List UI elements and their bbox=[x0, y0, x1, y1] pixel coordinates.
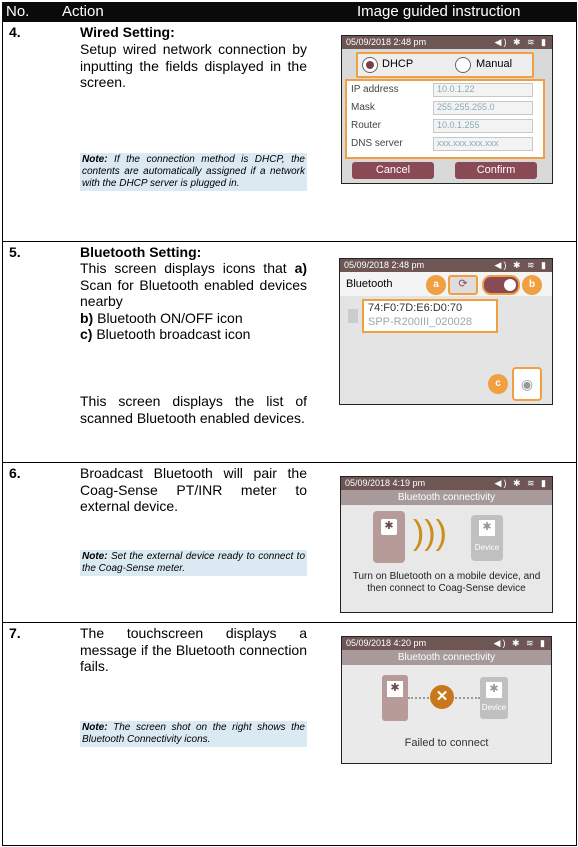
router-label: Router bbox=[351, 120, 382, 131]
instruction-table: 4. Wired Setting: Setup wired network co… bbox=[2, 22, 577, 846]
step-number: 7. bbox=[9, 625, 21, 641]
status-bar: 05/09/2018 4:20 pm ◀) ✱ ≋ ▮ bbox=[342, 637, 551, 650]
broadcast-message: Turn on Bluetooth on a mobile device, an… bbox=[352, 571, 541, 594]
dhcp-label: DHCP bbox=[382, 58, 414, 70]
scan-icon[interactable]: ⟳ bbox=[448, 275, 478, 295]
bluetooth-toggle[interactable] bbox=[482, 275, 520, 295]
network-fields: IP address 10.0.1.22 Mask 255.255.255.0 … bbox=[345, 79, 545, 159]
manual-radio[interactable] bbox=[455, 57, 471, 73]
connection-mode-group[interactable]: DHCP Manual bbox=[356, 52, 534, 78]
cancel-button[interactable]: Cancel bbox=[352, 162, 434, 179]
router-field[interactable]: 10.0.1.255 bbox=[433, 119, 533, 133]
step-body: This screen displays icons that a) Scan … bbox=[80, 260, 308, 342]
callout-a: a bbox=[426, 275, 446, 295]
connectivity-banner: Bluetooth connectivity bbox=[341, 490, 552, 505]
connectivity-banner: Bluetooth connectivity bbox=[342, 650, 551, 665]
failed-message: Failed to connect bbox=[404, 737, 489, 749]
header-action: Action bbox=[62, 3, 104, 20]
header-image: Image guided instruction bbox=[357, 3, 521, 20]
callout-b: b bbox=[522, 275, 542, 295]
bluetooth-label: Bluetooth bbox=[346, 278, 393, 290]
broadcast-icon[interactable]: ◉ bbox=[512, 367, 542, 401]
note-box: Note: Set the external device ready to c… bbox=[80, 550, 307, 576]
step-title: Bluetooth Setting: bbox=[80, 244, 202, 260]
table-row: 5. Bluetooth Setting: This screen displa… bbox=[3, 242, 576, 463]
step-body-2: This screen displays the list of scanned… bbox=[80, 393, 307, 426]
status-bar: 05/09/2018 4:19 pm ◀) ✱ ≋ ▮ bbox=[341, 477, 552, 490]
device-mac: 74:F0:7D:E6:D0:70 bbox=[368, 302, 463, 314]
manual-label: Manual bbox=[476, 58, 513, 70]
table-row: 4. Wired Setting: Setup wired network co… bbox=[3, 22, 576, 242]
confirm-button[interactable]: Confirm bbox=[455, 162, 537, 179]
dns-field[interactable]: xxx.xxx.xxx.xxx bbox=[433, 137, 533, 151]
ip-field[interactable]: 10.0.1.22 bbox=[433, 83, 533, 97]
note-text: If the connection method is DHCP, the co… bbox=[82, 154, 305, 189]
screenshot-broadcast: 05/09/2018 4:19 pm ◀) ✱ ≋ ▮ Bluetooth co… bbox=[340, 476, 553, 613]
note-box: Note: The screen shot on the right shows… bbox=[80, 721, 307, 747]
dhcp-radio[interactable] bbox=[362, 57, 378, 73]
note-box: Note: If the connection method is DHCP, … bbox=[80, 153, 307, 191]
table-header: No. Action Image guided instruction bbox=[2, 2, 577, 22]
callout-c: c bbox=[488, 374, 508, 394]
step-body: Broadcast Bluetooth will pair the Coag-S… bbox=[80, 465, 307, 514]
device-name: SPP-R200III_020028 bbox=[368, 316, 472, 328]
step-number: 6. bbox=[9, 465, 21, 481]
step-title: Wired Setting: bbox=[80, 24, 175, 40]
step-body: The touchscreen displays a message if th… bbox=[80, 625, 307, 674]
screenshot-bluetooth: 05/09/2018 2:48 pm ◀) ✱ ≋ ▮ Bluetooth a … bbox=[339, 258, 553, 405]
status-icons: ◀) ✱ ≋ ▮ bbox=[494, 37, 548, 47]
external-device-icon: ✱ Device bbox=[480, 677, 508, 719]
meter-icon: ✱ bbox=[382, 675, 408, 721]
step-body: Setup wired network connection by inputt… bbox=[80, 41, 307, 90]
error-icon: ✕ bbox=[430, 685, 454, 709]
signal-waves-icon: ))) bbox=[413, 514, 447, 552]
screenshot-wired: 05/09/2018 2:48 pm ◀) ✱ ≋ ▮ DHCP Manual … bbox=[341, 35, 553, 184]
dns-label: DNS server bbox=[351, 138, 403, 149]
external-device-icon: ✱ Device bbox=[471, 515, 503, 561]
device-icon bbox=[348, 309, 358, 323]
table-row: 7. The touchscreen displays a message if… bbox=[3, 623, 576, 782]
meter-icon: ✱ bbox=[373, 511, 405, 563]
mask-label: Mask bbox=[351, 102, 375, 113]
mask-field[interactable]: 255.255.255.0 bbox=[433, 101, 533, 115]
device-list-item[interactable]: 74:F0:7D:E6:D0:70 SPP-R200III_020028 bbox=[348, 299, 498, 333]
screenshot-failed: 05/09/2018 4:20 pm ◀) ✱ ≋ ▮ Bluetooth co… bbox=[341, 636, 552, 764]
status-bar: 05/09/2018 2:48 pm ◀) ✱ ≋ ▮ bbox=[340, 259, 552, 272]
bluetooth-icon: ✱ bbox=[381, 519, 397, 535]
table-row: 6. Broadcast Bluetooth will pair the Coa… bbox=[3, 463, 576, 623]
header-no: No. bbox=[6, 3, 30, 20]
step-number: 4. bbox=[9, 24, 21, 40]
ip-label: IP address bbox=[351, 84, 399, 95]
step-number: 5. bbox=[9, 244, 21, 260]
note-label: Note: bbox=[82, 154, 108, 165]
status-bar: 05/09/2018 2:48 pm ◀) ✱ ≋ ▮ bbox=[342, 36, 552, 49]
